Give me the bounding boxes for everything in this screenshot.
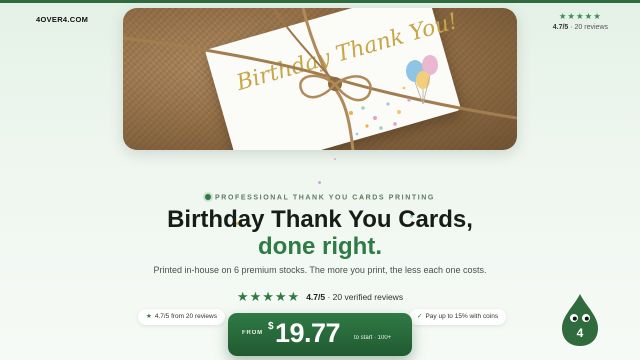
- confetti-dot: [318, 181, 321, 184]
- checkmark-icon: ✓: [417, 313, 423, 320]
- cta-from-label: FROM: [242, 330, 263, 336]
- hero-image: Birthday Thank You!: [123, 8, 517, 150]
- twine-and-balloons-illustration: [123, 8, 517, 150]
- status-dot-icon: [205, 194, 212, 200]
- site-logo[interactable]: 4OVER4.COM: [36, 15, 88, 24]
- coins-pill-text: Pay up to 15% with coins: [425, 313, 499, 320]
- eyebrow-text: PROFESSIONAL THANK YOU CARDS PRINTING: [215, 194, 435, 202]
- reviews-summary[interactable]: ★★★★★ 4.7/5 · 20 verified reviews: [0, 289, 640, 305]
- confetti-dot: [334, 158, 336, 160]
- cta-note: to start · 100+: [354, 335, 392, 341]
- page-title: Birthday Thank You Cards, done right.: [0, 206, 640, 260]
- reviews-detail: · 20 verified reviews: [327, 292, 404, 302]
- top-rating-count: · 20 reviews: [570, 24, 608, 31]
- page-subtitle: Printed in-house on 6 premium stocks. Th…: [153, 265, 487, 275]
- rating-pill-text: 4.7/5 from 20 reviews: [154, 313, 217, 320]
- star-rating-icon: ★★★★★: [236, 289, 301, 304]
- headline-line-1: Birthday Thank You Cards,: [167, 206, 473, 233]
- leaf-mascot-icon: 4: [562, 294, 598, 346]
- star-icon: ★: [146, 313, 152, 320]
- cta-price: 19.77: [275, 318, 341, 348]
- top-rating-text: 4.7/5 · 20 reviews: [553, 24, 608, 31]
- reviews-score: 4.7/5: [306, 292, 326, 302]
- chat-mascot-button[interactable]: 4: [560, 292, 600, 353]
- top-accent-bar: [0, 0, 640, 3]
- cta-currency: $: [268, 321, 274, 332]
- mascot-label: 4: [577, 326, 584, 340]
- eyebrow-label: PROFESSIONAL THANK YOU CARDS PRINTING: [0, 194, 640, 202]
- coins-pill[interactable]: ✓ Pay up to 15% with coins: [409, 309, 507, 325]
- headline-line-2: done right.: [258, 233, 382, 260]
- top-rating-score: 4.7/5: [552, 24, 569, 31]
- start-order-button[interactable]: FROM $ 19.77 to start · 100+: [228, 313, 412, 356]
- top-rating-badge[interactable]: ★★★★★ 4.7/5 · 20 reviews: [553, 11, 608, 31]
- star-rating-icon: ★★★★★: [558, 11, 602, 21]
- rating-pill[interactable]: ★ 4.7/5 from 20 reviews: [138, 309, 225, 325]
